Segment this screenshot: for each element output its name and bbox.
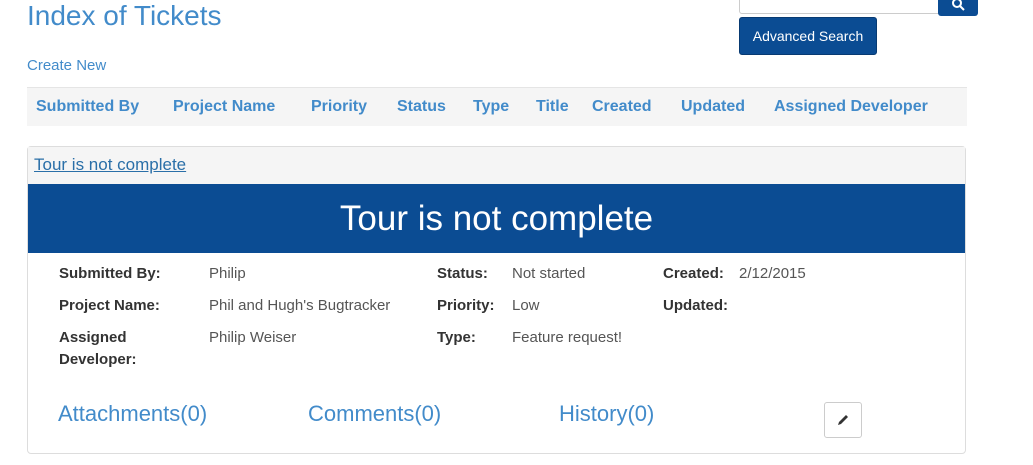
priority-value: Low [512, 297, 540, 314]
project-name-value: Phil and Hugh's Bugtracker [209, 297, 391, 314]
comments-link[interactable]: Comments(0) [308, 401, 441, 427]
created-value: 2/12/2015 [739, 265, 806, 282]
assigned-developer-label-line1: Assigned [59, 329, 127, 346]
advanced-search-button[interactable]: Advanced Search [739, 17, 877, 55]
project-name-label: Project Name: [59, 297, 160, 314]
priority-label: Priority: [437, 297, 495, 314]
page-title: Index of Tickets [27, 0, 222, 31]
ticket-panel: Tour is not complete Tour is not complet… [27, 146, 966, 454]
submitted-by-label: Submitted By: [59, 265, 161, 282]
type-value: Feature request! [512, 329, 623, 346]
pencil-icon [838, 415, 848, 425]
attachments-link[interactable]: Attachments(0) [58, 401, 207, 427]
header-created[interactable]: Created [592, 98, 652, 116]
create-new-link[interactable]: Create New [27, 57, 106, 74]
header-updated[interactable]: Updated [681, 98, 745, 116]
header-priority[interactable]: Priority [311, 98, 367, 116]
assigned-developer-label-line2: Developer: [59, 351, 137, 368]
header-assigned-developer[interactable]: Assigned Developer [774, 98, 928, 116]
assigned-developer-value: Philip Weiser [209, 329, 297, 346]
header-project-name[interactable]: Project Name [173, 98, 275, 116]
search-button[interactable] [938, 0, 978, 16]
search-input[interactable] [739, 0, 941, 14]
submitted-by-value: Philip [209, 265, 246, 282]
ticket-heading: Tour is not complete [28, 147, 965, 186]
type-label: Type: [437, 329, 476, 346]
header-status[interactable]: Status [397, 98, 446, 116]
table-header: Submitted By Project Name Priority Statu… [27, 87, 967, 126]
history-link[interactable]: History(0) [559, 401, 654, 427]
search-icon [952, 0, 965, 11]
header-title[interactable]: Title [536, 98, 569, 116]
status-value: Not started [512, 265, 586, 282]
created-label: Created: [663, 265, 724, 282]
ticket-banner-title: Tour is not complete [28, 184, 965, 253]
status-label: Status: [437, 265, 488, 282]
updated-label: Updated: [663, 297, 728, 314]
header-submitted-by[interactable]: Submitted By [36, 98, 139, 116]
ticket-title-link[interactable]: Tour is not complete [34, 155, 186, 175]
edit-ticket-button[interactable] [824, 402, 862, 438]
header-type[interactable]: Type [473, 98, 509, 116]
